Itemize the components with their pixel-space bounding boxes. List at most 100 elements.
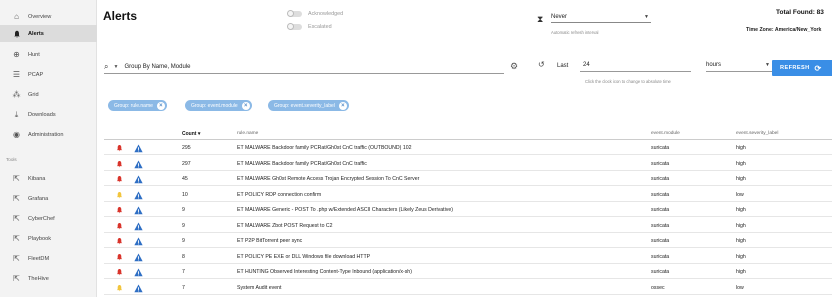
auto-refresh-select[interactable]: Never ▼: [551, 12, 651, 23]
table-row[interactable]: 7 ET HUNTING Observed Interesting Content…: [104, 266, 832, 279]
count-cell: 10: [182, 191, 188, 198]
escalate-icon[interactable]: [134, 191, 143, 200]
escalate-icon[interactable]: [134, 222, 143, 231]
module-cell: suricata: [651, 176, 670, 182]
table-row[interactable]: 9 ET MALWARE Generic - POST To .php w/Ext…: [104, 204, 832, 217]
sidebar-item-hunt[interactable]: ⊕ Hunt: [0, 46, 97, 63]
group-chip-rule-name[interactable]: Group: rule.name ×: [108, 100, 167, 111]
rule-name-cell[interactable]: ET MALWARE Gh0st Remote Access Trojan En…: [237, 176, 419, 182]
escalate-icon[interactable]: [134, 237, 143, 246]
sidebar-item-downloads[interactable]: ⤓ Downloads: [0, 106, 97, 123]
bell-icon[interactable]: [116, 237, 123, 245]
bell-icon[interactable]: [116, 253, 123, 261]
last-label: Last: [557, 63, 569, 69]
count-cell: 7: [182, 269, 185, 275]
escalate-icon[interactable]: [134, 206, 143, 215]
column-header-label: Count: [182, 131, 197, 137]
column-header-event-module[interactable]: event.module: [651, 131, 680, 136]
table-row[interactable]: 297 ET MALWARE Backdoor family PCRat/Gh0s…: [104, 158, 832, 171]
table-row[interactable]: 8 ET POLICY PE EXE or DLL Windows file do…: [104, 251, 832, 264]
rule-name-cell[interactable]: ET MALWARE Backdoor family PCRat/Gh0st C…: [237, 161, 367, 167]
query-input[interactable]: ⌕ ▼ Group By Name, Module: [104, 60, 504, 74]
sidebar-item-cyberchef[interactable]: ⇱ CyberChef: [0, 210, 97, 227]
sidebar-item-playbook[interactable]: ⇱ Playbook: [0, 230, 97, 247]
module-cell: suricata: [651, 207, 670, 213]
escalate-icon[interactable]: [134, 253, 143, 262]
acknowledged-toggle[interactable]: Acknowledged: [287, 10, 343, 17]
refresh-icon: ⟳: [814, 63, 822, 73]
column-header-rule-name[interactable]: rule.name: [237, 131, 258, 136]
column-header-count[interactable]: Count ▾: [182, 131, 200, 137]
rule-name-cell[interactable]: System Audit event: [237, 285, 281, 291]
escalate-icon[interactable]: [134, 160, 143, 169]
bell-icon[interactable]: [116, 160, 123, 168]
bell-icon[interactable]: [116, 175, 123, 183]
external-link-icon: ⇱: [13, 234, 20, 243]
sidebar-item-administration[interactable]: ◉ Administration: [0, 126, 97, 143]
sidebar-item-label: Administration: [28, 131, 64, 138]
relative-time-input[interactable]: 24: [580, 59, 691, 72]
external-link-icon: ⇱: [13, 174, 20, 183]
group-chip-event-module[interactable]: Group: event.module ×: [185, 100, 252, 111]
refresh-button[interactable]: REFRESH ⟳: [772, 60, 832, 76]
close-icon[interactable]: ×: [156, 101, 165, 110]
severity-cell: high: [736, 207, 746, 213]
rule-name-cell[interactable]: ET P2P BitTorrent peer sync: [237, 238, 302, 244]
bell-icon[interactable]: [116, 206, 123, 214]
toggle-switch[interactable]: [287, 23, 302, 30]
sidebar-item-kibana[interactable]: ⇱ Kibana: [0, 170, 97, 187]
rule-name-cell[interactable]: ET MALWARE Generic - POST To .php w/Exte…: [237, 207, 453, 213]
module-cell: suricata: [651, 253, 670, 260]
bell-icon[interactable]: [116, 222, 123, 230]
count-cell: 9: [182, 207, 185, 213]
escalate-icon[interactable]: [134, 144, 143, 153]
table-row[interactable]: 10 ET POLICY RDP connection confirm surica…: [104, 189, 832, 202]
sidebar-item-fleetdm[interactable]: ⇱ FleetDM: [0, 250, 97, 267]
bell-icon[interactable]: [116, 144, 123, 152]
bell-icon[interactable]: [116, 191, 123, 199]
chevron-down-icon[interactable]: ▼: [113, 64, 118, 70]
sidebar-item-grafana[interactable]: ⇱ Grafana: [0, 190, 97, 207]
time-unit-select[interactable]: hours ▼: [706, 59, 772, 72]
gear-icon[interactable]: ⚙: [510, 61, 518, 72]
history-clock-icon[interactable]: ↺: [538, 60, 545, 69]
sidebar-item-grid[interactable]: ⁂ Grid: [0, 86, 97, 103]
sidebar-item-overview[interactable]: ⌂ Overview: [0, 8, 97, 25]
escalated-toggle[interactable]: Escalated: [287, 23, 332, 30]
table-row[interactable]: 9 ET MALWARE Zbot POST Request to C2 suric…: [104, 220, 832, 233]
rule-name-cell[interactable]: ET MALWARE Backdoor family PCRat/Gh0st C…: [237, 145, 412, 151]
bell-icon[interactable]: [116, 268, 123, 276]
table-row[interactable]: 7 System Audit event ossec low: [104, 282, 832, 295]
close-icon[interactable]: ×: [338, 101, 347, 110]
sidebar-item-thehive[interactable]: ⇱ TheHive: [0, 270, 97, 287]
sidebar-item-pcap[interactable]: ☰ PCAP: [0, 66, 97, 83]
toggle-switch[interactable]: [287, 10, 302, 17]
sidebar-item-label: PCAP: [28, 71, 44, 78]
escalate-icon[interactable]: [134, 268, 143, 277]
severity-cell: high: [736, 269, 746, 275]
chip-label: Group: event.severity_label: [274, 102, 335, 109]
column-header-severity[interactable]: event.severity_label: [736, 131, 778, 136]
count-cell: 45: [182, 176, 188, 182]
sidebar-item-alerts[interactable]: Alerts: [0, 25, 97, 42]
escalate-icon[interactable]: [134, 284, 143, 293]
external-link-icon: ⇱: [13, 214, 20, 223]
severity-cell: low: [736, 284, 744, 291]
escalate-icon[interactable]: [134, 175, 143, 184]
query-value: Group By Name, Module: [124, 63, 191, 70]
rule-name-cell[interactable]: ET HUNTING Observed Interesting Content-…: [237, 269, 412, 275]
close-icon[interactable]: ×: [241, 101, 250, 110]
time-unit-value: hours: [706, 62, 722, 68]
table-row[interactable]: 9 ET P2P BitTorrent peer sync suricata high: [104, 235, 832, 248]
table-row[interactable]: 295 ET MALWARE Backdoor family PCRat/Gh0s…: [104, 142, 832, 155]
rule-name-cell[interactable]: ET POLICY PE EXE or DLL Windows file dow…: [237, 254, 370, 260]
table-row[interactable]: 45 ET MALWARE Gh0st Remote Access Trojan …: [104, 173, 832, 186]
home-icon: ⌂: [14, 12, 19, 21]
bell-icon[interactable]: [116, 284, 123, 292]
rule-name-cell[interactable]: ET POLICY RDP connection confirm: [237, 192, 321, 198]
rule-name-cell[interactable]: ET MALWARE Zbot POST Request to C2: [237, 223, 333, 229]
module-cell: suricata: [651, 160, 670, 167]
group-chip-event-severity[interactable]: Group: event.severity_label ×: [268, 100, 349, 111]
external-link-icon: ⇱: [13, 254, 20, 263]
count-cell: 8: [182, 253, 185, 260]
